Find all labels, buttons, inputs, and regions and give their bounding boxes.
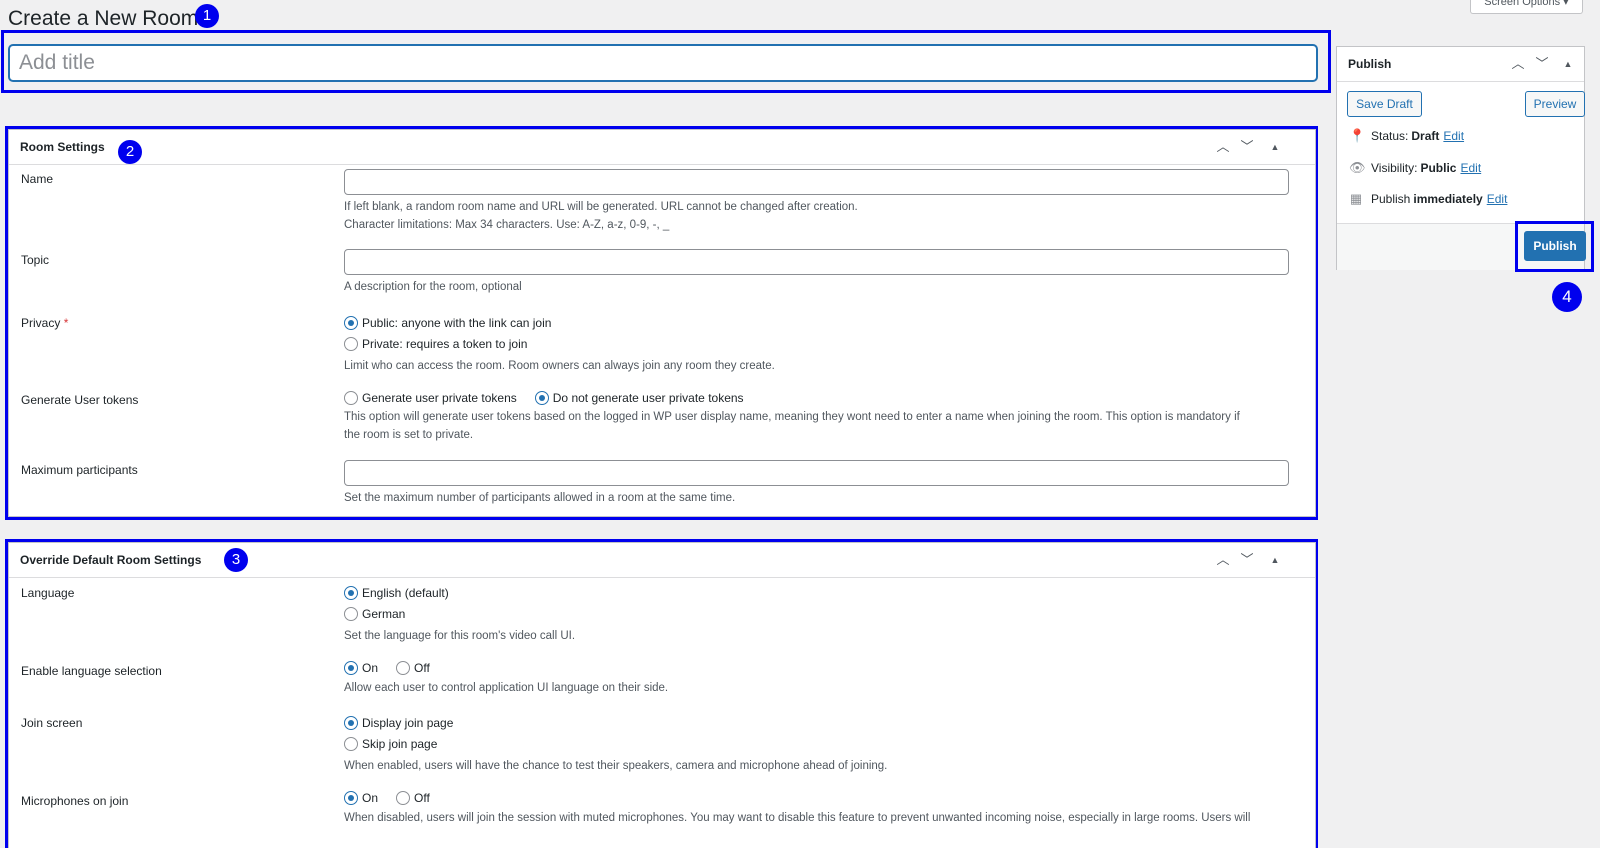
- move-up-icon[interactable]: ︿: [1213, 551, 1233, 569]
- callout-badge-3: 3: [224, 548, 248, 572]
- microphones-label: Microphones on join: [21, 794, 129, 808]
- edit-status-link[interactable]: Edit: [1443, 129, 1464, 143]
- generate-tokens-option[interactable]: Generate user private tokens: [362, 391, 517, 405]
- move-down-icon[interactable]: ﹀: [1237, 551, 1257, 569]
- language-selection-on-option[interactable]: On: [362, 661, 378, 675]
- language-selection-description: Allow each user to control application U…: [344, 682, 669, 694]
- display-join-page-option[interactable]: Display join page: [344, 716, 471, 730]
- radio-empty-icon[interactable]: [344, 337, 358, 351]
- collapse-toggle-icon[interactable]: ▲: [1265, 138, 1285, 156]
- language-selection-label: Enable language selection: [21, 664, 162, 678]
- microphones-options: On Off: [344, 791, 448, 805]
- move-down-icon[interactable]: ﹀: [1237, 138, 1257, 156]
- room-settings-title: Room Settings: [20, 140, 105, 154]
- radio-empty-icon[interactable]: [344, 737, 358, 751]
- language-selection-off-option[interactable]: Off: [414, 661, 430, 675]
- radio-selected-icon[interactable]: [344, 791, 358, 805]
- join-screen-label: Join screen: [21, 716, 83, 730]
- language-label: Language: [21, 586, 75, 600]
- privacy-public-option[interactable]: Public: anyone with the link can join: [344, 316, 569, 330]
- radio-selected-icon[interactable]: [344, 316, 358, 330]
- override-settings-title: Override Default Room Settings: [20, 553, 202, 567]
- publish-header: Publish ︿ ﹀ ▲: [1337, 47, 1584, 82]
- move-up-icon[interactable]: ︿: [1508, 55, 1528, 73]
- edit-schedule-link[interactable]: Edit: [1487, 192, 1508, 206]
- eye-icon: 👁: [1349, 160, 1366, 175]
- screen-options-button[interactable]: Screen Options ▾: [1470, 0, 1583, 14]
- radio-empty-icon[interactable]: [344, 391, 358, 405]
- pin-icon: 📍: [1349, 128, 1366, 143]
- name-input[interactable]: [344, 169, 1289, 195]
- skip-join-page-option[interactable]: Skip join page: [344, 737, 455, 751]
- override-settings-header: Override Default Room Settings ︿ ﹀ ▲: [9, 543, 1315, 578]
- move-down-icon[interactable]: ﹀: [1532, 55, 1552, 73]
- callout-badge-1: 1: [195, 4, 219, 28]
- title-input[interactable]: [9, 45, 1317, 81]
- name-description: If left blank, a random room name and UR…: [344, 201, 858, 213]
- radio-selected-icon[interactable]: [534, 391, 549, 405]
- microphones-description: When disabled, users will join the sessi…: [344, 812, 1251, 824]
- calendar-icon: ▦: [1349, 191, 1363, 206]
- room-settings-box: Room Settings ︿ ﹀ ▲ Name If left blank, …: [8, 129, 1316, 517]
- privacy-private-option[interactable]: Private: requires a token to join: [344, 337, 545, 351]
- microphones-on-option[interactable]: On: [362, 791, 378, 805]
- name-label: Name: [21, 172, 54, 186]
- language-selection-options: On Off: [344, 661, 448, 675]
- radio-selected-icon[interactable]: [344, 716, 358, 730]
- no-tokens-option[interactable]: Do not generate user private tokens: [553, 391, 744, 405]
- radio-empty-icon[interactable]: [396, 791, 411, 805]
- preview-button[interactable]: Preview: [1525, 91, 1585, 117]
- radio-selected-icon[interactable]: [344, 661, 358, 675]
- room-settings-header: Room Settings ︿ ﹀ ▲: [9, 130, 1315, 165]
- name-limits-description: Character limitations: Max 34 characters…: [344, 219, 670, 231]
- page-title: Create a New Room: [8, 7, 199, 30]
- visibility-row: 👁 Visibility: Public Edit: [1349, 160, 1482, 176]
- max-participants-label: Maximum participants: [21, 463, 138, 477]
- language-german-option[interactable]: German: [344, 607, 423, 621]
- language-english-option[interactable]: English (default): [344, 586, 467, 600]
- microphones-off-option[interactable]: Off: [414, 791, 430, 805]
- radio-empty-icon[interactable]: [344, 607, 358, 621]
- user-tokens-label: Generate User tokens: [21, 393, 139, 407]
- topic-description: A description for the room, optional: [344, 281, 522, 293]
- max-participants-description: Set the maximum number of participants a…: [344, 492, 736, 504]
- move-up-icon[interactable]: ︿: [1213, 138, 1233, 156]
- edit-visibility-link[interactable]: Edit: [1460, 161, 1481, 175]
- topic-label: Topic: [21, 253, 50, 267]
- max-participants-input[interactable]: [344, 460, 1289, 486]
- collapse-toggle-icon[interactable]: ▲: [1558, 55, 1578, 73]
- callout-badge-4: 4: [1552, 282, 1582, 312]
- publish-title: Publish: [1348, 57, 1392, 71]
- privacy-label: Privacy *: [21, 316, 69, 330]
- schedule-row: ▦ Publish immediately Edit: [1349, 191, 1508, 207]
- collapse-toggle-icon[interactable]: ▲: [1265, 551, 1285, 569]
- join-screen-description: When enabled, users will have the chance…: [344, 760, 888, 772]
- privacy-description: Limit who can access the room. Room owne…: [344, 360, 775, 372]
- publish-button[interactable]: Publish: [1524, 231, 1586, 261]
- user-tokens-description-cont: the room is set to private.: [344, 429, 474, 441]
- status-row: 📍 Status: Draft Edit: [1349, 128, 1465, 144]
- save-draft-button[interactable]: Save Draft: [1347, 91, 1422, 117]
- topic-input[interactable]: [344, 249, 1289, 275]
- language-description: Set the language for this room's video c…: [344, 630, 576, 642]
- user-tokens-description: This option will generate user tokens ba…: [344, 411, 1240, 423]
- callout-badge-2: 2: [118, 140, 142, 164]
- radio-empty-icon[interactable]: [396, 661, 411, 675]
- radio-selected-icon[interactable]: [344, 586, 358, 600]
- override-settings-box: Override Default Room Settings ︿ ﹀ ▲ Lan…: [8, 542, 1316, 848]
- user-tokens-options: Generate user private tokens Do not gene…: [344, 391, 762, 405]
